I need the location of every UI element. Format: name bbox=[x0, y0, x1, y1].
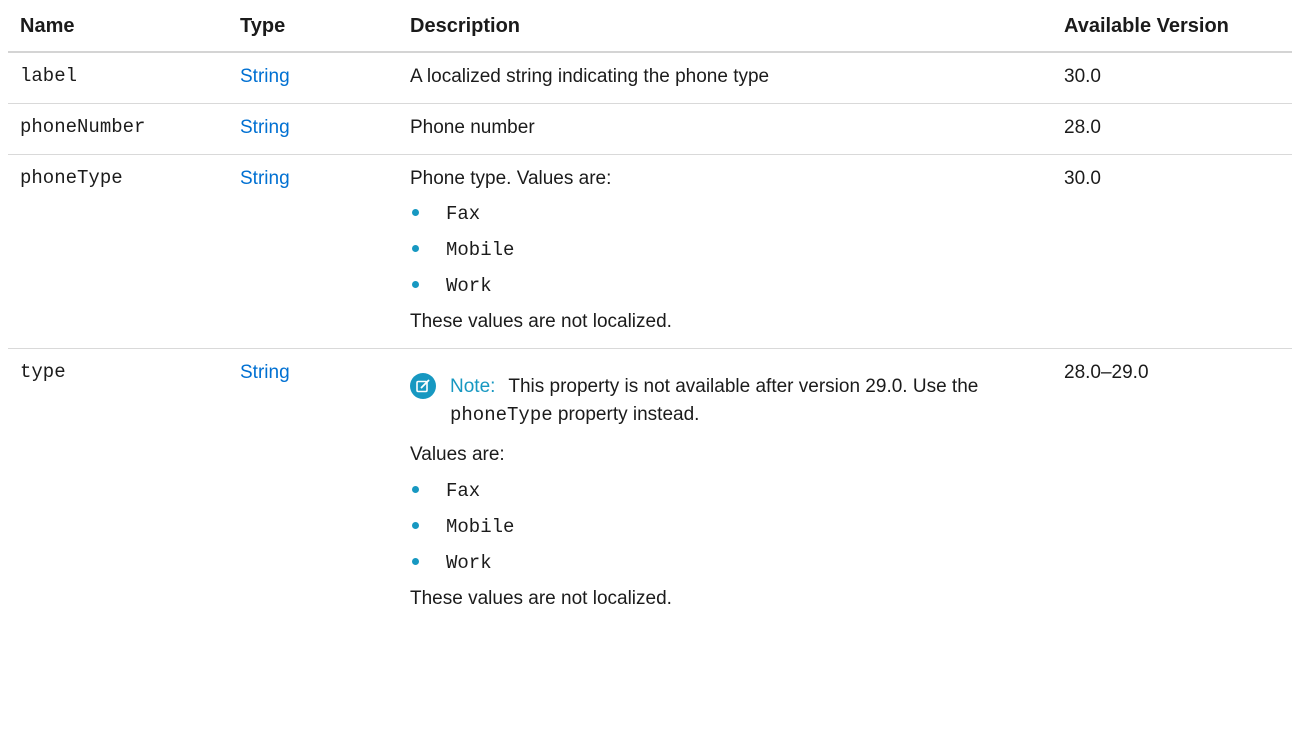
note-code: phoneType bbox=[450, 403, 553, 426]
bullet-icon bbox=[412, 209, 419, 217]
bullet-icon bbox=[412, 245, 419, 253]
header-available-version: Available Version bbox=[1052, 0, 1292, 53]
list-item: Work bbox=[410, 551, 1040, 575]
property-name: type bbox=[20, 361, 66, 383]
value-code: Fax bbox=[446, 203, 481, 226]
description-intro: Phone type. Values are: bbox=[410, 167, 612, 189]
header-description: Description bbox=[398, 0, 1052, 53]
table-row: type String Note: This property is not a… bbox=[8, 349, 1292, 625]
list-item: Mobile bbox=[410, 515, 1040, 539]
value-code: Mobile bbox=[446, 239, 515, 262]
values-list: Fax Mobile Work bbox=[410, 202, 1040, 298]
value-code: Work bbox=[446, 551, 492, 574]
available-version: 28.0–29.0 bbox=[1064, 362, 1149, 383]
available-version: 30.0 bbox=[1052, 52, 1292, 104]
table-row: phoneType String Phone type. Values are:… bbox=[8, 154, 1292, 349]
property-description: A localized string indicating the phone … bbox=[398, 52, 1052, 104]
property-name: phoneType bbox=[8, 154, 228, 349]
property-description: Phone type. Values are: Fax Mobile Work … bbox=[398, 154, 1052, 349]
bullet-icon bbox=[412, 557, 419, 565]
note-label: Note: bbox=[450, 376, 496, 397]
type-link[interactable]: String bbox=[240, 117, 290, 138]
property-description: Phone number bbox=[398, 103, 1052, 155]
description-intro: Values are: bbox=[410, 444, 505, 466]
note-text-after: property instead. bbox=[557, 403, 700, 425]
list-item: Fax bbox=[410, 202, 1040, 226]
value-code: Work bbox=[446, 275, 492, 298]
bullet-icon bbox=[412, 281, 419, 289]
property-name: label bbox=[8, 52, 228, 104]
list-item: Mobile bbox=[410, 238, 1040, 262]
property-description: Note: This property is not available aft… bbox=[398, 349, 1052, 625]
value-code: Mobile bbox=[446, 515, 515, 538]
table-row: phoneNumber String Phone number 28.0 bbox=[8, 103, 1292, 155]
type-link[interactable]: String bbox=[240, 362, 290, 383]
description-outro: These values are not localized. bbox=[410, 587, 672, 609]
type-link[interactable]: String bbox=[240, 168, 290, 189]
list-item: Fax bbox=[410, 479, 1040, 503]
available-version: 30.0 bbox=[1052, 154, 1292, 349]
values-list: Fax Mobile Work bbox=[410, 479, 1040, 575]
note-callout: Note: This property is not available aft… bbox=[410, 373, 1040, 429]
value-code: Fax bbox=[446, 479, 481, 502]
list-item: Work bbox=[410, 274, 1040, 298]
note-text-before: This property is not available after ver… bbox=[508, 376, 979, 397]
edit-note-icon bbox=[410, 373, 436, 399]
bullet-icon bbox=[412, 521, 419, 529]
available-version: 28.0 bbox=[1052, 103, 1292, 155]
description-outro: These values are not localized. bbox=[410, 311, 672, 333]
header-type: Type bbox=[228, 0, 398, 53]
bullet-icon bbox=[412, 485, 419, 493]
table-header-row: Name Type Description Available Version bbox=[8, 0, 1292, 53]
properties-table: Name Type Description Available Version … bbox=[8, 0, 1292, 625]
type-link[interactable]: String bbox=[240, 66, 290, 87]
property-name: phoneNumber bbox=[8, 103, 228, 155]
note-text: Note: This property is not available aft… bbox=[450, 373, 1040, 429]
header-name: Name bbox=[8, 0, 228, 53]
table-row: label String A localized string indicati… bbox=[8, 52, 1292, 104]
